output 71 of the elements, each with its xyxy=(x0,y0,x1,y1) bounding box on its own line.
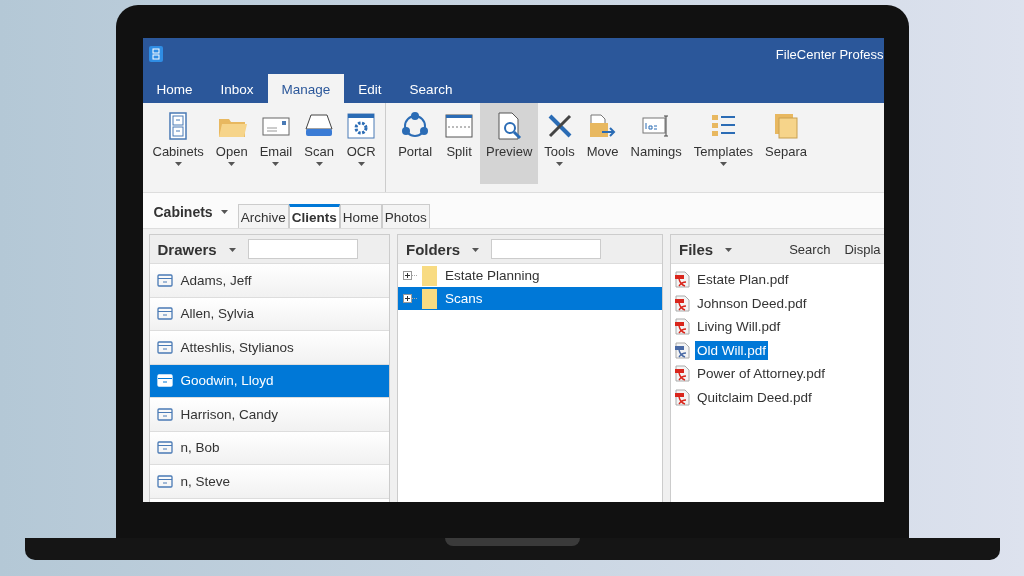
pdf-file-icon xyxy=(674,271,690,289)
ribbon-tab[interactable]: Edit xyxy=(344,74,396,103)
caret-icon xyxy=(472,248,480,252)
search-field[interactable] xyxy=(491,239,602,259)
caret-icon xyxy=(272,162,280,166)
ribbon-button[interactable]: Templates xyxy=(687,103,760,184)
ribbon-tab[interactable]: Search xyxy=(395,74,467,103)
search-field[interactable] xyxy=(247,239,358,259)
folder-icon xyxy=(421,288,437,309)
caret-icon xyxy=(725,248,733,252)
expand-icon[interactable] xyxy=(402,294,418,303)
split-page-icon xyxy=(444,111,475,141)
ribbon-button[interactable]: Cabinets xyxy=(146,103,210,184)
pane-title: Drawers xyxy=(157,240,217,258)
cabinet-tab[interactable]: Photos xyxy=(381,204,430,228)
pdf-file-icon xyxy=(674,388,690,406)
pane-title: Files xyxy=(679,240,714,258)
ribbon-button[interactable]: Namings xyxy=(624,103,688,184)
ribbon-button[interactable]: Move xyxy=(580,103,625,184)
caret-icon xyxy=(228,162,236,166)
file-item[interactable]: Quitclaim Deed.pdf xyxy=(695,387,814,407)
toolbar-link[interactable]: Search xyxy=(786,241,834,257)
drawer-icon xyxy=(156,407,173,421)
pdf-file-icon xyxy=(674,341,690,359)
folder-row[interactable]: Estate Planning xyxy=(397,264,662,287)
app-icon xyxy=(148,46,163,62)
pdf-file-icon xyxy=(674,318,690,336)
ribbon-tab[interactable]: Inbox xyxy=(206,74,268,103)
drawer-icon xyxy=(156,340,173,354)
expand-icon[interactable] xyxy=(402,271,418,280)
cabinet-tab[interactable]: Home xyxy=(339,204,382,228)
ribbon-button[interactable]: Separa xyxy=(759,103,813,184)
drawer-icon xyxy=(156,273,173,287)
toolbar-link[interactable]: Displa xyxy=(841,241,884,257)
folder-icon xyxy=(421,265,437,286)
file-item[interactable]: Estate Plan.pdf xyxy=(695,270,791,290)
caret-icon xyxy=(220,209,228,214)
caret-icon xyxy=(228,248,236,252)
ribbon-button[interactable]: Portal xyxy=(392,103,439,184)
ribbon-button[interactable]: Tools xyxy=(538,103,581,184)
file-item[interactable]: Old Will.pdf xyxy=(695,340,768,360)
cabinets-label: Cabinets xyxy=(153,202,213,220)
ribbon-button[interactable]: Preview xyxy=(480,103,539,184)
gear-window-icon xyxy=(346,111,377,141)
drawer-item[interactable]: Goodwin, Lloyd xyxy=(149,364,389,398)
drawer-icon xyxy=(156,441,173,455)
ribbon-button[interactable]: Email xyxy=(253,103,299,184)
file-item[interactable]: Living Will.pdf xyxy=(695,317,783,337)
ribbon-button[interactable]: Split xyxy=(438,103,481,184)
file-item[interactable]: Johnson Deed.pdf xyxy=(695,293,809,313)
cabinet-tab[interactable]: Archive xyxy=(237,204,289,228)
ribbon-button[interactable]: OCR xyxy=(340,103,383,184)
ribbon-tab[interactable]: Home xyxy=(142,74,207,103)
file-item[interactable]: Power of Attorney.pdf xyxy=(695,364,828,384)
ribbon-button[interactable]: Open xyxy=(209,103,254,184)
folder-row[interactable]: Scans xyxy=(397,287,662,310)
pane-title: Folders xyxy=(405,240,461,258)
window-title: FileCenter Profess xyxy=(775,46,884,62)
ribbon-button[interactable]: Scan xyxy=(298,103,341,184)
caret-icon xyxy=(315,162,323,166)
caret-icon xyxy=(357,162,365,166)
drawer-icon xyxy=(156,374,173,388)
caret-icon xyxy=(719,162,727,166)
caret-icon xyxy=(174,162,182,166)
pdf-file-icon xyxy=(674,365,690,383)
cabinet-tab[interactable]: Clients xyxy=(288,204,340,228)
drawer-icon xyxy=(156,474,173,488)
caret-icon xyxy=(556,162,564,166)
drawer-icon xyxy=(156,307,173,321)
ribbon-tab[interactable]: Manage xyxy=(267,74,345,103)
pdf-file-icon xyxy=(674,294,690,312)
